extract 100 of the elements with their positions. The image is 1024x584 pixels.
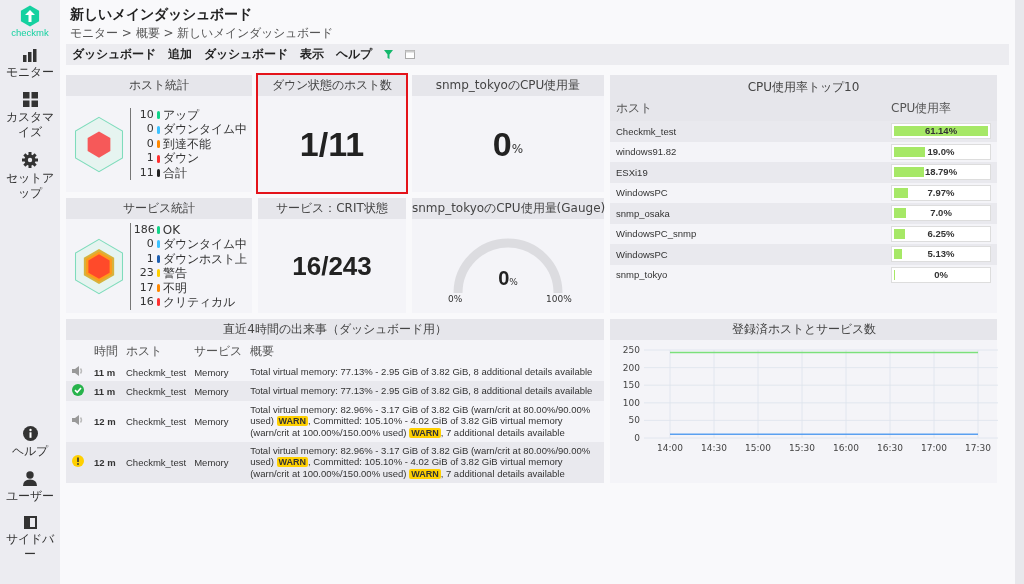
sidebar-label[interactable]: モニター <box>6 65 54 80</box>
info-icon[interactable] <box>22 426 38 441</box>
host-link[interactable]: Checkmk_test <box>122 401 191 442</box>
menu-item[interactable]: 表示 <box>300 46 324 63</box>
host-link[interactable]: Checkmk_test <box>616 125 891 137</box>
host-link[interactable]: windows91.82 <box>616 146 891 158</box>
gauge-max-label: 100% <box>546 294 572 304</box>
sidebar-icon[interactable] <box>23 516 37 529</box>
percent-value: 61.14% <box>923 126 959 137</box>
breadcrumb[interactable]: モニター > 概要 > 新しいメインダッシュボード <box>70 25 1009 42</box>
legend-count: 0 <box>145 136 154 152</box>
gauge-value: 0 <box>498 267 510 290</box>
legend-label[interactable]: ダウン <box>162 151 199 166</box>
menu-item[interactable]: ダッシュボード <box>204 46 288 63</box>
host-link[interactable]: WindowsPC <box>616 187 891 199</box>
legend-label[interactable]: ダウンタイム中 <box>162 122 247 137</box>
gauge-min-label: 0% <box>448 294 463 304</box>
axis-label: 16:30 <box>877 443 903 453</box>
column-header: CPU使用率 <box>891 100 953 117</box>
legend-label[interactable]: クリティカル <box>162 295 235 310</box>
host-link[interactable]: Checkmk_test <box>122 363 191 381</box>
sidebar-label[interactable]: ユーザー <box>6 489 54 504</box>
cpu-value: 0 <box>492 124 512 164</box>
summary-text: Total virtual memory: 82.96% - 3.17 GiB of 3.82 GiB (warn/crit at 80.00%/90.00% used) WARN , Committed: 105.10% - 4.02 GiB of 3.82 GiB virtual memory (warn/crit at 100.00%/150.00% used) WARN , 7 additional details available <box>246 442 604 483</box>
legend-count: 186 <box>133 222 154 237</box>
panel-title: 直近4時間の出来事（ダッシュボード用） <box>66 319 604 340</box>
legend-label[interactable]: ダウンタイム中 <box>162 237 247 252</box>
host-link[interactable]: WindowsPC_snmp <box>616 228 891 240</box>
bar-chart-icon[interactable] <box>22 48 38 62</box>
axis-label: 16:00 <box>833 443 859 453</box>
sidebar-label[interactable]: サイドバー <box>5 532 55 562</box>
menu-item[interactable]: ヘルプ <box>336 46 372 63</box>
host-link[interactable]: ESXi19 <box>616 166 891 178</box>
column-header: ホスト <box>125 343 163 360</box>
axis-label: 200 <box>622 362 640 373</box>
panel-title: snmp_tokyoのCPU使用量 <box>412 75 604 96</box>
unit-label: % <box>511 142 524 156</box>
panel-title: サービス：CRIT状態 <box>258 198 406 219</box>
legend-label[interactable]: 到達不能 <box>162 136 211 152</box>
percent-value: 7.0% <box>929 208 953 219</box>
host-link[interactable]: snmp_osaka <box>616 207 891 219</box>
sidebar-label[interactable]: ヘルプ <box>12 444 48 459</box>
axis-label: 250 <box>622 345 640 355</box>
service-link[interactable]: Memory <box>190 363 247 381</box>
host-link[interactable]: snmp_tokyo <box>616 269 891 281</box>
table-cell: 11 m <box>90 381 122 401</box>
axis-label: 14:00 <box>657 443 683 453</box>
grid-icon[interactable] <box>22 92 38 107</box>
axis-label: 17:30 <box>965 443 991 453</box>
settings-icon[interactable] <box>22 152 38 168</box>
percent-value: 6.25% <box>926 228 956 239</box>
legend-label[interactable]: 合計 <box>162 165 187 181</box>
service-link[interactable]: Memory <box>190 381 247 401</box>
percent-value: 5.13% <box>926 249 956 260</box>
service-count[interactable]: 16/243 <box>292 250 372 282</box>
user-icon[interactable] <box>23 471 37 486</box>
table-cell: 12 m <box>90 401 122 442</box>
legend-label[interactable]: OK <box>162 222 181 237</box>
panel-title: ダウン状態のホスト数 <box>258 75 406 96</box>
unit-label: % <box>509 277 518 287</box>
service-link[interactable]: Memory <box>190 442 247 483</box>
summary-text: Total virtual memory: 82.96% - 3.17 GiB of 3.82 GiB (warn/crit at 80.00%/90.00% used) WARN , Committed: 105.10% - 4.02 GiB of 3.82 GiB virtual memory (warn/crit at 100.00%/150.00% used) WARN , 7 additional details available <box>246 401 604 442</box>
percent-value: 19.0% <box>926 146 956 157</box>
axis-label: 100 <box>622 397 640 408</box>
service-link[interactable]: Memory <box>190 401 247 442</box>
table-cell: 11 m <box>90 363 122 381</box>
axis-label: 150 <box>622 380 640 391</box>
summary-text: Total virtual memory: 77.13% - 2.95 GiB of 3.82 GiB, 8 additional details available <box>246 381 604 401</box>
axis-label: 50 <box>628 415 640 426</box>
menu-item[interactable]: 追加 <box>168 46 192 63</box>
sidebar-label[interactable]: セットアップ <box>5 171 55 201</box>
host-link[interactable]: Checkmk_test <box>122 442 191 483</box>
axis-label: 14:30 <box>701 443 727 453</box>
menu-item[interactable]: ダッシュボード <box>72 46 156 63</box>
legend-count: 1 <box>145 251 154 266</box>
host-count[interactable]: 1/11 <box>299 124 365 164</box>
sidebar-label[interactable]: カスタマイズ <box>5 110 55 140</box>
legend-count: 0 <box>145 237 154 252</box>
speaker-icon <box>72 415 84 426</box>
legend-label[interactable]: 警告 <box>162 266 187 281</box>
host-link[interactable]: Checkmk_test <box>122 381 191 401</box>
legend-label[interactable]: 不明 <box>162 280 187 295</box>
legend-label[interactable]: ダウンホスト上 <box>162 251 247 266</box>
axis-label: 0 <box>634 433 640 443</box>
column-header: サービス <box>193 343 244 360</box>
logo-text: checkmk <box>11 27 49 38</box>
host-link[interactable]: WindowsPC <box>616 248 891 260</box>
page-title: 新しいメインダッシュボード <box>70 6 253 24</box>
panel-title: ホスト統計 <box>66 75 252 96</box>
speaker-icon <box>72 366 84 376</box>
percent-value: 18.79% <box>923 167 959 178</box>
panel-title: snmp_tokyoのCPU使用量(Gauge) <box>412 198 604 219</box>
axis-label: 17:00 <box>921 443 947 453</box>
legend-count: 16 <box>138 295 154 310</box>
percent-value: 7.97% <box>926 187 956 198</box>
legend-count: 11 <box>138 165 154 181</box>
legend-label[interactable]: アップ <box>162 107 199 123</box>
column-header: 時間 <box>93 343 119 360</box>
checkmark-icon <box>72 384 84 396</box>
axis-label: 15:00 <box>745 443 771 453</box>
